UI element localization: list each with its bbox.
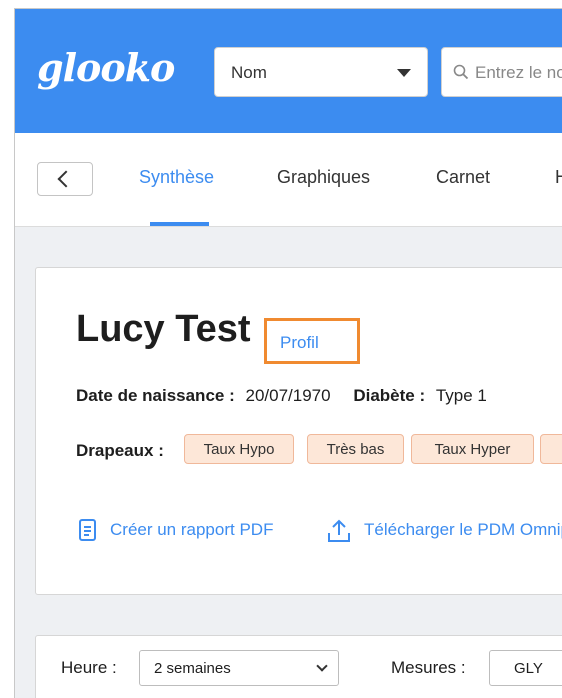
patient-card: Lucy Test Profil Date de naissance : 20/… bbox=[35, 267, 562, 595]
flags-label: Drapeaux : bbox=[76, 441, 164, 460]
search-type-select[interactable]: Nom bbox=[214, 47, 428, 97]
flag-tres-bas: Très bas bbox=[307, 434, 404, 464]
flag-taux-hyper: Taux Hyper bbox=[411, 434, 534, 464]
patient-nav: Synthèse Graphiques Carnet H bbox=[15, 133, 562, 227]
glooko-logo[interactable]: glooko bbox=[37, 45, 175, 90]
search-type-value: Nom bbox=[231, 63, 267, 82]
measures-select[interactable]: GLY bbox=[489, 650, 562, 686]
diabetes-value: Type 1 bbox=[435, 386, 487, 405]
back-button[interactable] bbox=[37, 162, 93, 196]
flag-taux-hypo: Taux Hypo bbox=[184, 434, 294, 464]
tab-carnet[interactable]: Carnet bbox=[436, 167, 490, 188]
tab-h[interactable]: H bbox=[555, 167, 562, 188]
measures-label: Mesures : bbox=[391, 658, 466, 677]
patient-name: Lucy Test bbox=[76, 308, 251, 350]
chevron-down-icon bbox=[316, 660, 328, 672]
tab-graphiques[interactable]: Graphiques bbox=[277, 167, 370, 188]
app-window: glooko Nom Entrez le nom Synthèse Graphi… bbox=[14, 8, 562, 698]
flag-truncated: T bbox=[540, 434, 562, 464]
search-icon bbox=[453, 64, 469, 80]
measures-value: GLY bbox=[514, 660, 543, 677]
diabetes-label: Diabète : bbox=[353, 386, 426, 405]
dob-value: 20/07/1970 bbox=[245, 386, 331, 405]
create-pdf-report-button[interactable]: Créer un rapport PDF bbox=[78, 518, 308, 544]
time-range-value: 2 semaines bbox=[154, 660, 231, 677]
upload-icon bbox=[328, 519, 350, 542]
profile-link[interactable]: Profil bbox=[280, 333, 319, 353]
profile-link-highlight[interactable]: Profil bbox=[264, 318, 360, 364]
filters-bar: Heure : 2 semaines Mesures : GLY bbox=[35, 635, 562, 698]
tab-synthese[interactable]: Synthèse bbox=[139, 167, 214, 188]
download-pdm-label: Télécharger le PDM Omnipod bbox=[364, 520, 562, 539]
download-pdm-button[interactable]: Télécharger le PDM Omnipod bbox=[326, 518, 562, 544]
create-pdf-report-label: Créer un rapport PDF bbox=[110, 520, 274, 539]
dob-label: Date de naissance : bbox=[76, 386, 235, 405]
top-header: glooko Nom Entrez le nom bbox=[15, 9, 562, 133]
document-icon bbox=[79, 519, 96, 541]
caret-down-icon bbox=[397, 69, 411, 77]
chevron-left-icon bbox=[57, 170, 75, 188]
active-tab-indicator bbox=[150, 222, 209, 226]
time-label: Heure : bbox=[61, 658, 117, 677]
time-range-select[interactable]: 2 semaines bbox=[139, 650, 339, 686]
search-placeholder: Entrez le nom bbox=[475, 63, 562, 82]
patient-info-row: Date de naissance : 20/07/1970 Diabète :… bbox=[76, 386, 487, 406]
patient-search-input[interactable]: Entrez le nom bbox=[441, 47, 562, 97]
